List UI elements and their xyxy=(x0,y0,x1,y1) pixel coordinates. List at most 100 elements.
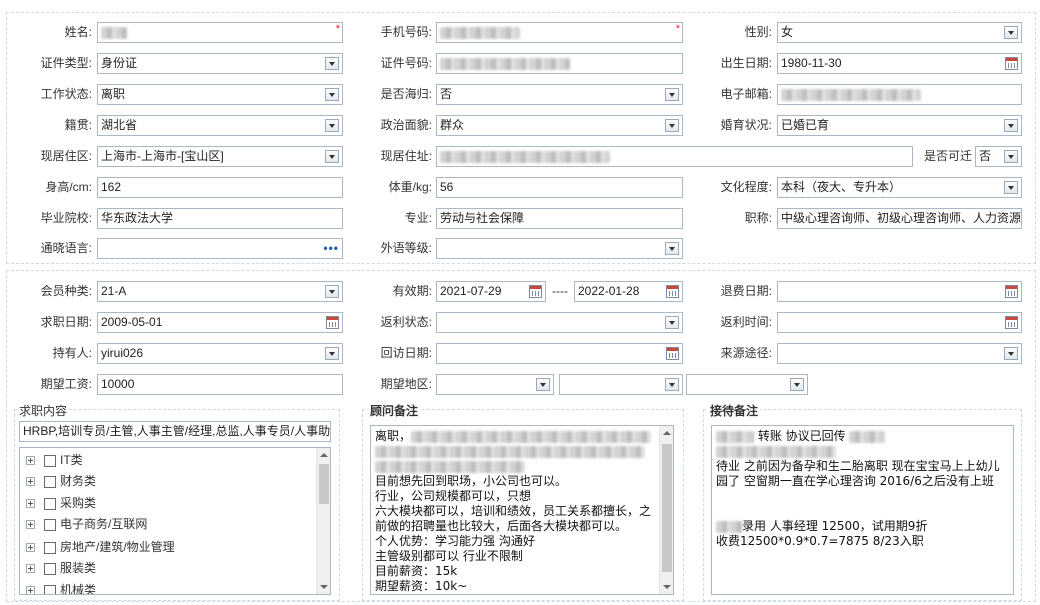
email-field[interactable] xyxy=(777,84,1022,105)
chevron-down-icon[interactable] xyxy=(665,378,679,391)
scroll-up-icon[interactable] xyxy=(663,431,671,435)
calendar-icon[interactable] xyxy=(666,285,679,298)
tree-item-machinery[interactable]: 机械类 xyxy=(26,580,96,594)
checkbox[interactable] xyxy=(44,584,56,594)
area-city-select[interactable] xyxy=(559,374,683,395)
idnum-field[interactable] xyxy=(436,53,683,74)
valid-from-field[interactable]: 2021-07-29 xyxy=(436,281,546,302)
more-dots-icon[interactable]: ••• xyxy=(323,239,339,258)
scroll-down-icon[interactable] xyxy=(320,585,328,589)
education-select[interactable]: 本科（夜大、专升本） xyxy=(777,177,1022,198)
chevron-down-icon[interactable] xyxy=(665,242,679,255)
school-field[interactable]: 华东政法大学 xyxy=(97,208,343,229)
refund-date-field[interactable] xyxy=(777,281,1022,302)
calendar-icon[interactable] xyxy=(1005,57,1018,70)
political-select[interactable]: 群众 xyxy=(436,115,683,136)
fl-level-select[interactable] xyxy=(436,238,683,259)
checkbox[interactable] xyxy=(44,497,56,510)
expand-icon[interactable] xyxy=(26,543,35,553)
phone-field[interactable]: * xyxy=(436,22,683,43)
chevron-down-icon[interactable] xyxy=(790,378,804,391)
salary-field[interactable]: 10000 xyxy=(97,374,343,395)
chevron-down-icon[interactable] xyxy=(536,378,550,391)
tree-item-purchase[interactable]: 采购类 xyxy=(26,493,96,513)
source-select[interactable] xyxy=(777,343,1022,364)
native-select[interactable]: 湖北省 xyxy=(97,115,343,136)
scroll-up-icon[interactable] xyxy=(320,453,328,457)
checkbox[interactable] xyxy=(44,562,56,575)
member-type-select[interactable]: 21-A xyxy=(97,281,343,302)
rebate-status-label: 返利状态: xyxy=(380,315,432,329)
checkbox[interactable] xyxy=(44,454,56,467)
name-redacted xyxy=(101,26,127,39)
tree-scrollbar[interactable] xyxy=(316,448,330,594)
birth-date-field[interactable]: 1980-11-30 xyxy=(777,53,1022,74)
chevron-down-icon[interactable] xyxy=(1004,181,1018,194)
scroll-thumb[interactable] xyxy=(662,444,672,572)
region-select[interactable]: 上海市-上海市-[宝山区] xyxy=(97,146,343,167)
expand-icon[interactable] xyxy=(26,586,35,594)
address-field[interactable] xyxy=(436,146,913,167)
consultant-notes-textarea[interactable]: 离职， 目前想先回到职场，小公司也可以。 行业，公司规模都可以，只想 六大模块都… xyxy=(370,425,674,595)
weight-field[interactable]: 56 xyxy=(436,177,683,198)
tree-item-realestate[interactable]: 房地产/建筑/物业管理 xyxy=(26,537,175,557)
idtype-select[interactable]: 身份证 xyxy=(97,53,343,74)
job-summary-field[interactable]: HRBP,培训专员/主管,人事主管/经理,总监,人事专员/人事助 xyxy=(19,421,331,442)
rebate-time-field[interactable] xyxy=(777,312,1022,333)
chevron-down-icon[interactable] xyxy=(325,57,339,70)
valid-to-field[interactable]: 2022-01-28 xyxy=(574,281,683,302)
chevron-down-icon[interactable] xyxy=(325,119,339,132)
workstatus-select[interactable]: 离职 xyxy=(97,84,343,105)
returnee-select[interactable]: 否 xyxy=(436,84,683,105)
chevron-down-icon[interactable] xyxy=(325,347,339,360)
language-picker[interactable]: ••• xyxy=(97,238,343,259)
calendar-icon[interactable] xyxy=(529,285,542,298)
calendar-icon[interactable] xyxy=(326,316,339,329)
area-district-select[interactable] xyxy=(686,374,808,395)
chevron-down-icon[interactable] xyxy=(665,88,679,101)
chevron-down-icon[interactable] xyxy=(325,150,339,163)
expand-icon[interactable] xyxy=(26,456,35,466)
expand-icon[interactable] xyxy=(26,499,35,509)
calendar-icon[interactable] xyxy=(666,347,679,360)
checkbox[interactable] xyxy=(44,475,56,488)
calendar-icon[interactable] xyxy=(1005,285,1018,298)
rebate-status-select[interactable] xyxy=(436,312,683,333)
area-province-select[interactable] xyxy=(436,374,554,395)
gender-select[interactable]: 女 xyxy=(777,22,1022,43)
tree-item-apparel[interactable]: 服装类 xyxy=(26,558,96,578)
job-category-tree[interactable]: IT类 财务类 采购类 电子商务/互联网 房地产/建筑/物业管理 服装类 机械类 xyxy=(19,447,331,595)
holder-select[interactable]: yirui026 xyxy=(97,343,343,364)
chevron-down-icon[interactable] xyxy=(325,285,339,298)
chevron-down-icon[interactable] xyxy=(1004,119,1018,132)
relocate-select[interactable]: 否 xyxy=(975,146,1022,167)
note-line-redacted xyxy=(716,444,1009,459)
title-field[interactable]: 中级心理咨询师、初级心理咨询师、人力资源 xyxy=(777,208,1022,229)
expand-icon[interactable] xyxy=(26,477,35,487)
notes-scrollbar[interactable] xyxy=(659,426,673,594)
tree-item-it[interactable]: IT类 xyxy=(26,450,83,470)
tree-item-finance[interactable]: 财务类 xyxy=(26,471,96,491)
chevron-down-icon[interactable] xyxy=(1004,347,1018,360)
name-field[interactable]: * xyxy=(97,22,343,43)
chevron-down-icon[interactable] xyxy=(1004,150,1018,163)
chevron-down-icon[interactable] xyxy=(665,316,679,329)
tree-item-ecommerce[interactable]: 电子商务/互联网 xyxy=(26,514,147,534)
expand-icon[interactable] xyxy=(26,520,35,530)
chevron-down-icon[interactable] xyxy=(665,119,679,132)
expand-icon[interactable] xyxy=(26,564,35,574)
height-field[interactable]: 162 xyxy=(97,177,343,198)
scroll-down-icon[interactable] xyxy=(663,585,671,589)
returnee-label: 是否海归: xyxy=(380,87,432,101)
visit-date-field[interactable] xyxy=(436,343,683,364)
chevron-down-icon[interactable] xyxy=(1004,26,1018,39)
scroll-thumb[interactable] xyxy=(319,464,329,504)
reception-notes-textarea[interactable]: 转账 协议已回传 待业 之前因为备孕和生二胎离职 现在宝宝马上上幼儿 园了 空窗… xyxy=(711,425,1014,595)
jobseek-date-field[interactable]: 2009-05-01 xyxy=(97,312,343,333)
calendar-icon[interactable] xyxy=(1005,316,1018,329)
major-field[interactable]: 劳动与社会保障 xyxy=(436,208,683,229)
marital-select[interactable]: 已婚已育 xyxy=(777,115,1022,136)
checkbox[interactable] xyxy=(44,541,56,554)
chevron-down-icon[interactable] xyxy=(325,88,339,101)
checkbox[interactable] xyxy=(44,518,56,531)
